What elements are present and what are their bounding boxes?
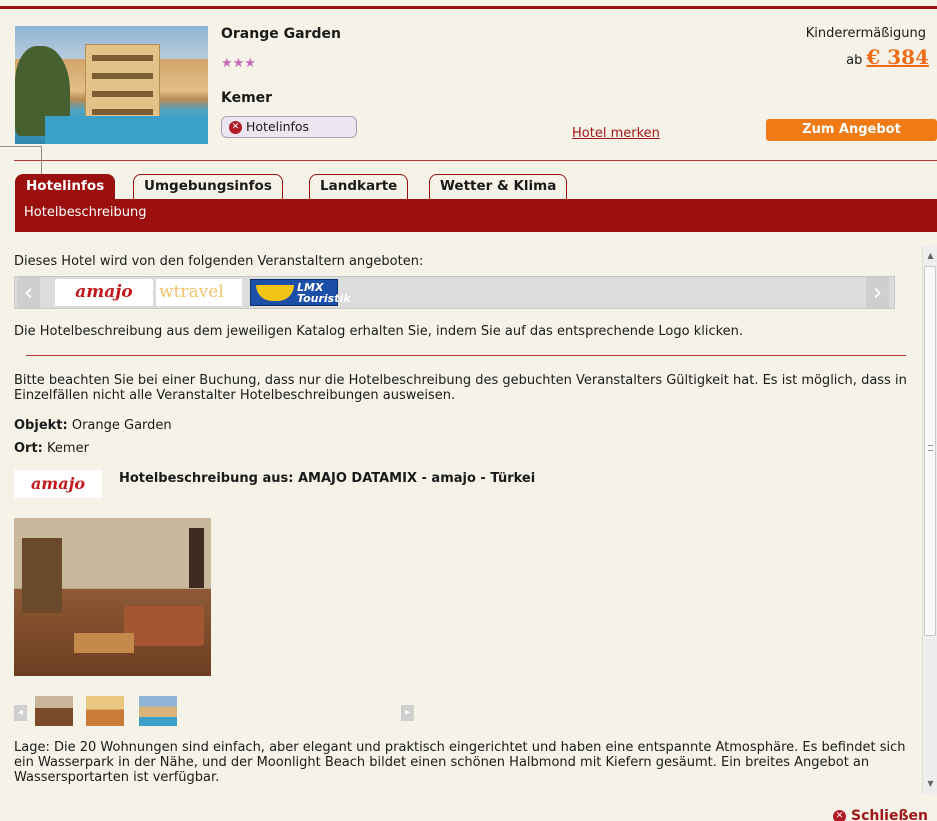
lage-description: Lage: Die 20 Wohnungen sind einfach, abe… (14, 740, 906, 785)
tab-hotelinfos[interactable]: Hotelinfos (15, 174, 116, 199)
thumbnail-image[interactable] (35, 696, 73, 726)
amajo-logo[interactable]: amajo (55, 279, 153, 306)
hotel-city: Kemer (221, 90, 273, 106)
hotel-photo[interactable] (15, 26, 208, 144)
operator-logo-carousel: ‹ amajo wtravel LMX Touristik › (14, 276, 895, 309)
hotelinfos-button[interactable]: ✕ Hotelinfos (221, 116, 357, 138)
connector-line (0, 146, 42, 176)
zum-angebot-button[interactable]: Zum Angebot (766, 119, 937, 141)
content-scrollbar[interactable]: ▲ ▼ (922, 246, 937, 794)
top-rule (0, 6, 937, 9)
divider (14, 160, 937, 161)
tab-landkarte[interactable]: Landkarte (309, 174, 409, 199)
thumbnail-prev-arrow-icon[interactable]: ◂ (14, 705, 27, 721)
price-row: ab € 384 (846, 45, 929, 69)
close-icon: ✕ (229, 121, 242, 134)
room-photo[interactable] (14, 518, 211, 676)
divider (26, 355, 906, 356)
hotel-merken-link[interactable]: Hotel merken (572, 126, 660, 141)
thumbnail-next-arrow-icon[interactable]: ▸ (401, 705, 414, 721)
amajo-logo-small: amajo (14, 470, 102, 498)
objekt-line: Objekt: Orange Garden (14, 418, 172, 433)
content-panel: Dieses Hotel wird von den folgenden Vera… (14, 246, 914, 794)
description-source: Hotelbeschreibung aus: AMAJO DATAMIX - a… (119, 471, 536, 486)
objekt-label: Objekt: (14, 418, 68, 433)
hotel-name: Orange Garden (221, 26, 341, 42)
booking-notice: Bitte beachten Sie bei einer Buchung, da… (14, 373, 907, 403)
close-link-label: Schließen (851, 808, 928, 821)
wtravel-logo[interactable]: wtravel (156, 279, 242, 306)
ort-line: Ort: Kemer (14, 441, 89, 456)
star-rating: ★★★ (221, 56, 256, 71)
thumbnail-image[interactable] (86, 696, 124, 726)
ort-label: Ort: (14, 441, 43, 456)
tab-wetter-klima[interactable]: Wetter & Klima (429, 174, 568, 199)
carousel-prev-arrow-icon[interactable]: ‹ (17, 277, 40, 308)
scroll-up-arrow-icon[interactable]: ▲ (923, 248, 937, 264)
subtab-hotelbeschreibung[interactable]: Hotelbeschreibung (15, 199, 937, 232)
catalog-hint: Die Hotelbeschreibung aus dem jeweiligen… (14, 324, 744, 339)
carousel-next-arrow-icon[interactable]: › (866, 277, 889, 308)
operators-intro: Dieses Hotel wird von den folgenden Vera… (14, 254, 424, 269)
price-link[interactable]: € 384 (866, 45, 929, 69)
objekt-value: Orange Garden (71, 418, 172, 433)
close-icon: ✕ (833, 810, 846, 821)
discount-label: Kinderermäßigung (805, 26, 926, 41)
ort-value: Kemer (47, 441, 89, 456)
lmx-touristik-logo[interactable]: LMX Touristik (250, 279, 351, 306)
hotelinfos-button-label: Hotelinfos (246, 119, 310, 134)
scrollbar-thumb[interactable] (924, 266, 936, 636)
close-link[interactable]: ✕ Schließen (833, 808, 928, 821)
thumbnail-image[interactable] (139, 696, 177, 726)
tab-umgebungsinfos[interactable]: Umgebungsinfos (133, 174, 283, 199)
scroll-down-arrow-icon[interactable]: ▼ (923, 776, 937, 792)
price-prefix: ab (846, 53, 863, 68)
